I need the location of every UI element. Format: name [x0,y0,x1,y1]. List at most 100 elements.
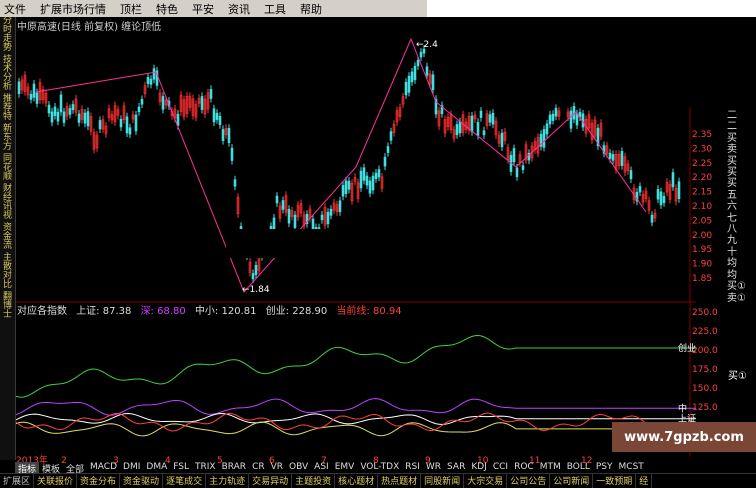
left-tab-1[interactable]: 技术分析 [0,56,15,92]
indicator-tab-14[interactable]: VOL-TDX [357,462,402,473]
candle-body [68,108,72,115]
left-tab-4[interactable]: 同花顺 [0,155,15,182]
masked-area [226,229,530,258]
candle-body [611,154,615,161]
price-tick: 1.95 [692,245,712,255]
indicator-tab-0[interactable]: 指标 [15,462,40,475]
candle-body [569,110,573,129]
candle-body [407,75,411,93]
left-tab-3[interactable]: 新东方 [0,125,15,152]
candle-body [251,273,255,280]
candle-body [404,81,408,96]
indicator-tab-18[interactable]: KDJ [468,462,490,473]
indicator-tab-9[interactable]: CR [249,462,268,473]
bottom-tab-14[interactable]: 一致预期 [593,474,637,488]
indicator-tab-17[interactable]: SAR [444,462,468,473]
candle-body [149,78,153,85]
menu-item-6[interactable]: 工具 [257,1,293,17]
candle-body [146,77,150,84]
indicator-tab-11[interactable]: OBV [286,462,311,473]
price-tick: 2.15 [692,188,712,198]
candle-body [35,92,39,104]
watermark: www.7gpzb.com [612,422,756,452]
candle-body [152,68,156,80]
index-current: 当前线: 80.94 [336,306,402,317]
right-buy-label: 买① [728,370,747,382]
candle-body [83,112,87,124]
indicator-tab-6[interactable]: FSL [170,462,192,473]
candle-body [368,180,372,194]
menu-item-1[interactable]: 扩展市场行情 [33,1,113,17]
left-tab-0[interactable]: 分时走势 [0,17,15,53]
indicator-tab-3[interactable]: MACD [87,462,120,473]
candle-body [17,81,21,95]
menu-item-5[interactable]: 资讯 [221,1,257,17]
indicator-tab-1[interactable]: 模板 [39,462,63,475]
indicator-tab-7[interactable]: TRIX [192,462,219,473]
indicator-tab-19[interactable]: CCI [490,462,511,473]
bottom-tab-0[interactable]: 扩展区 [0,474,35,488]
candle-body [371,175,375,191]
price-tick: 1.90 [692,260,712,270]
candle-body [338,200,342,213]
right-side-labels: 二二买卖买买买五六七八九十均均买① 卖① [727,110,756,304]
menu-item-3[interactable]: 特色 [149,1,185,17]
indicator-tab-20[interactable]: ROC [511,462,537,473]
indicator-tab-16[interactable]: WR [423,462,444,473]
candle-body [551,113,555,121]
menu-item-7[interactable]: 帮助 [293,1,329,17]
candle-body [521,165,525,170]
bottom-tab-15[interactable]: 经 [636,474,653,488]
right-label-13: 均 [727,258,737,270]
bottom-tab-3[interactable]: 资金驱动 [120,474,164,488]
indicator-tab-23[interactable]: PSY [593,462,616,473]
index-tick: 250.0 [692,308,718,318]
bottom-tab-4[interactable]: 逐笔成交 [163,474,207,488]
candle-body [233,179,237,187]
indicator-tab-21[interactable]: MTM [537,462,564,473]
indicator-tab-10[interactable]: VR [268,462,286,473]
indicator-tab-13[interactable]: EMV [332,462,358,473]
indicator-tab-24[interactable]: MCST [616,462,647,473]
candle-body [677,181,681,199]
candle-body [383,156,387,167]
indicator-tab-4[interactable]: DMI [120,462,143,473]
bottom-tab-12[interactable]: 公司公告 [507,474,551,488]
indicator-tab-15[interactable]: RSI [402,462,423,473]
candle-body [344,180,348,194]
menu-item-4[interactable]: 平安 [185,1,221,17]
indicator-tab-2[interactable]: 全部 [63,462,87,475]
right-label-14: 均 [727,269,737,281]
right-label-2: 买 [727,132,737,144]
bottom-tab-9[interactable]: 热点题材 [378,474,422,488]
bottom-tab-11[interactable]: 大宗交易 [464,474,508,488]
right-label-10: 八 [727,224,737,236]
candle-body [542,129,546,148]
indicator-tab-12[interactable]: ASI [311,462,332,473]
bottom-tab-2[interactable]: 资金分布 [77,474,121,488]
candle-body [620,151,624,166]
bottom-tab-6[interactable]: 交易异动 [249,474,293,488]
bottom-tab-13[interactable]: 公司新闻 [550,474,594,488]
indicator-tab-22[interactable]: BOLL [564,462,593,473]
candle-body [545,123,549,135]
stock-title: 中原高速(日线 前复权) 缠论顶低 [17,22,162,33]
candle-body [575,113,579,126]
bottom-tab-10[interactable]: 同股新闻 [421,474,465,488]
bottom-tab-7[interactable]: 主题投资 [292,474,336,488]
menu-item-2[interactable]: 顶栏 [113,1,149,17]
bottom-tab-5[interactable]: 主力轨迹 [206,474,250,488]
left-tab-7[interactable]: 主散对比 [0,254,15,290]
candle-body [455,124,459,136]
indicator-tab-8[interactable]: BRAR [219,462,249,473]
candle-body [29,93,33,100]
bottom-tab-1[interactable]: 关联报价 [34,474,78,488]
indicator-tab-5[interactable]: DMA [143,462,170,473]
left-tab-8[interactable]: 翻博士 [0,293,15,320]
menu-item-0[interactable]: 文件 [0,1,33,17]
left-tab-2[interactable]: 推荐特 [0,95,15,122]
price-tick: 2.00 [692,231,712,241]
bottom-tab-8[interactable]: 核心题材 [335,474,379,488]
left-tab-5[interactable]: 财经讯视 [0,185,15,221]
left-tab-6[interactable]: 资金流 [0,224,15,251]
